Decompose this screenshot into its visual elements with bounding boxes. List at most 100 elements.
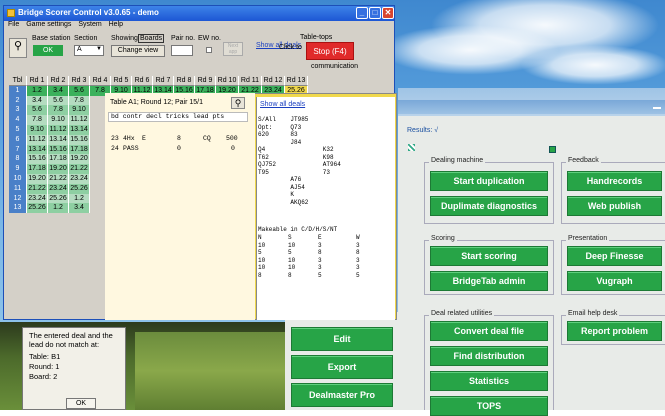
round-cell[interactable]: 13.14 (27, 144, 48, 155)
round-cell[interactable]: 25.26 (69, 183, 90, 194)
bridgetab-admin-button[interactable]: BridgeTab admin (430, 271, 548, 291)
round-cell[interactable]: 5.6 (27, 105, 48, 116)
table-number-cell[interactable]: 8 (9, 154, 27, 165)
column-header[interactable]: Rd 10 (216, 76, 239, 86)
start-duplication-button[interactable]: Start duplication (430, 171, 548, 191)
round-cell[interactable]: 23.24 (27, 193, 48, 204)
round-cell[interactable]: 1.2 (48, 203, 69, 214)
round-cell[interactable]: 17.18 (48, 154, 69, 165)
boards-toggle[interactable]: Boards (138, 34, 165, 43)
table-number-cell[interactable]: 4 (9, 115, 27, 125)
pair-no-input[interactable] (171, 45, 193, 56)
table-number-cell[interactable]: 11 (9, 183, 27, 194)
close-icon[interactable]: ✕ (382, 7, 394, 19)
menu-game-settings[interactable]: Game settings (26, 21, 71, 28)
tool-icon[interactable]: ⚲ (9, 38, 27, 58)
round-cell[interactable]: 3.4 (48, 85, 69, 96)
vugraph-button[interactable]: Vugraph (567, 271, 662, 291)
column-header[interactable]: Rd 6 (132, 76, 153, 86)
round-cell[interactable]: 19.20 (27, 174, 48, 184)
column-header[interactable]: Rd 12 (262, 76, 285, 86)
start-scoring-button[interactable]: Start scoring (430, 246, 548, 266)
round-cell[interactable]: 17.18 (27, 164, 48, 174)
round-cell[interactable]: 7.8 (27, 115, 48, 125)
table-number-cell[interactable]: 1 (9, 85, 27, 96)
round-cell[interactable]: 21.22 (69, 164, 90, 174)
round-cell[interactable]: 3.4 (69, 203, 90, 214)
round-cell[interactable]: 23.24 (69, 174, 90, 184)
tool-icon[interactable]: ⚲ (231, 97, 245, 109)
round-cell[interactable]: 11.12 (48, 125, 69, 135)
round-cell[interactable]: 9.10 (69, 105, 90, 116)
menu-file[interactable]: File (8, 21, 19, 28)
deep-finesse-button[interactable]: Deep Finesse (567, 246, 662, 266)
table-number-cell[interactable]: 10 (9, 174, 27, 184)
export-button[interactable]: Export (291, 355, 393, 379)
table-number-cell[interactable]: 12 (9, 193, 27, 204)
round-cell[interactable]: 5.6 (48, 95, 69, 106)
ew-checkbox[interactable] (206, 47, 212, 53)
tops-button[interactable]: TOPS (430, 396, 548, 416)
round-cell[interactable]: 7.8 (48, 105, 69, 116)
round-cell[interactable]: 15.16 (48, 144, 69, 155)
convert-deal-file-button[interactable]: Convert deal file (430, 321, 548, 341)
round-cell[interactable]: 11.12 (27, 134, 48, 145)
round-cell[interactable]: 9.10 (48, 115, 69, 125)
round-cell[interactable]: 25.26 (27, 203, 48, 214)
round-cell[interactable]: 5.6 (69, 85, 90, 96)
column-header[interactable]: Rd 9 (195, 76, 216, 86)
handrecords-button[interactable]: Handrecords (567, 171, 662, 191)
table-number-cell[interactable]: 13 (9, 203, 27, 214)
next-app-button[interactable]: Next app (223, 42, 243, 56)
table-number-cell[interactable]: 6 (9, 134, 27, 145)
result-row-2[interactable]: 24 PASS 0 0 (111, 145, 235, 152)
statistics-button[interactable]: Statistics (430, 371, 548, 391)
stop-button[interactable]: Stop (F4) (306, 42, 354, 60)
round-cell[interactable]: 13.14 (69, 125, 90, 135)
round-cell[interactable]: 21.22 (48, 174, 69, 184)
column-header[interactable]: Rd 3 (69, 76, 90, 86)
duplimate-diagnostics-button[interactable]: Duplimate diagnostics (430, 196, 548, 216)
column-header[interactable]: Rd 8 (174, 76, 195, 86)
dialog-ok-button[interactable]: OK (66, 398, 96, 409)
round-cell[interactable]: 19.20 (69, 154, 90, 165)
round-cell[interactable]: 21.22 (27, 183, 48, 194)
minimize-icon[interactable] (653, 101, 661, 109)
round-cell[interactable]: 1.2 (27, 85, 48, 96)
dealmaster-pro-button[interactable]: Dealmaster Pro (291, 383, 393, 407)
round-cell[interactable]: 7.8 (69, 95, 90, 106)
web-publish-button[interactable]: Web publish (567, 196, 662, 216)
menu-help[interactable]: Help (109, 21, 123, 28)
section-select[interactable]: A ▼ (74, 45, 104, 56)
round-cell[interactable]: 15.16 (69, 134, 90, 145)
round-cell[interactable]: 15.16 (27, 154, 48, 165)
ok-button[interactable]: OK (33, 45, 63, 56)
round-cell[interactable]: 1.2 (69, 193, 90, 204)
popup-show-all-deals-link[interactable]: Show all deals (260, 101, 305, 108)
column-header[interactable]: Rd 7 (153, 76, 174, 86)
table-number-cell[interactable]: 2 (9, 95, 27, 106)
round-cell[interactable]: 17.18 (69, 144, 90, 155)
table-number-cell[interactable]: 3 (9, 105, 27, 116)
column-header[interactable]: Rd 5 (111, 76, 132, 86)
column-header[interactable]: Tbl (9, 76, 27, 86)
column-header[interactable]: Rd 1 (27, 76, 48, 86)
column-header[interactable]: Rd 13 (285, 76, 308, 86)
result-row-1[interactable]: 23 4Hx E 8 CQ 500 (111, 135, 238, 142)
table-number-cell[interactable]: 7 (9, 144, 27, 155)
round-cell[interactable]: 11.12 (69, 115, 90, 125)
report-problem-button[interactable]: Report problem (567, 321, 662, 341)
round-cell[interactable]: 23.24 (48, 183, 69, 194)
column-header[interactable]: Rd 2 (48, 76, 69, 86)
minimize-icon[interactable]: _ (356, 7, 368, 19)
round-cell[interactable]: 19.20 (48, 164, 69, 174)
table-number-cell[interactable]: 9 (9, 164, 27, 174)
round-cell[interactable]: 9.10 (27, 125, 48, 135)
column-header[interactable]: Rd 4 (90, 76, 111, 86)
collapse-button[interactable] (549, 146, 556, 153)
round-cell[interactable]: 13.14 (48, 134, 69, 145)
column-header[interactable]: Rd 11 (239, 76, 262, 86)
table-number-cell[interactable]: 5 (9, 125, 27, 135)
change-view-button[interactable]: Change view (111, 45, 165, 57)
edit-button[interactable]: Edit (291, 327, 393, 351)
